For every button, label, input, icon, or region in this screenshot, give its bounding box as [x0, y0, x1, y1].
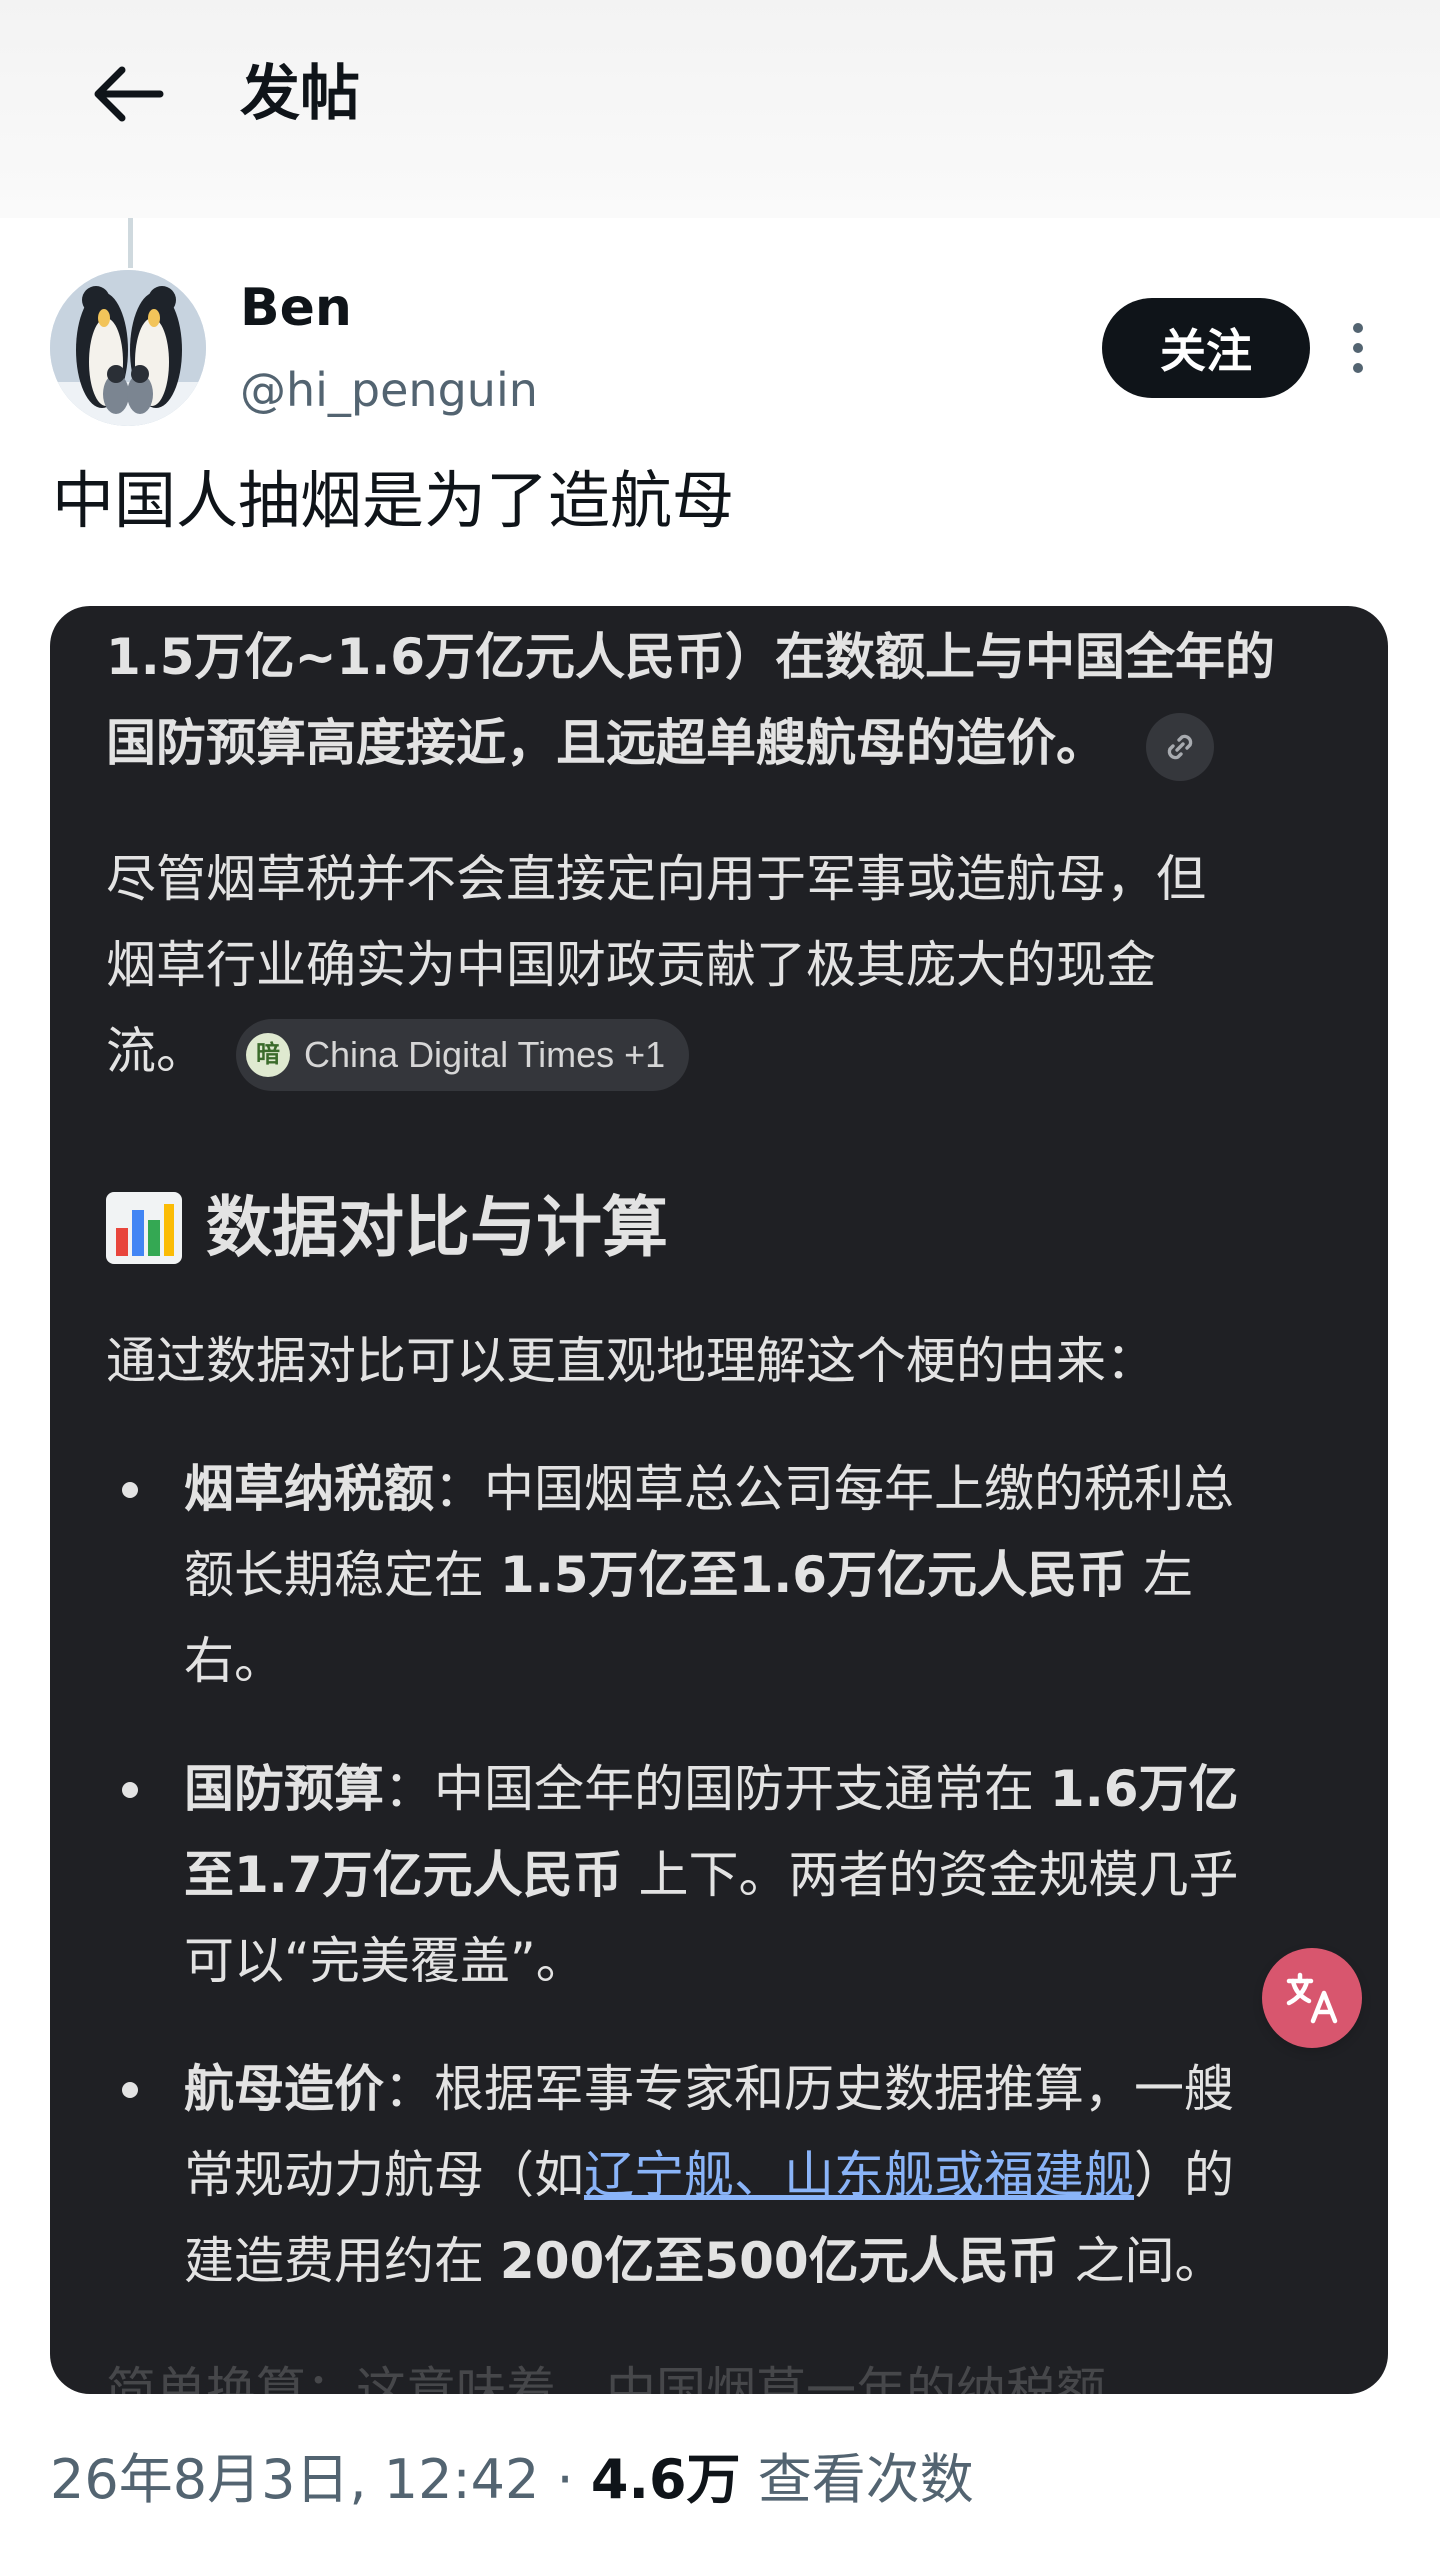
arrow-left-icon [94, 66, 164, 122]
bar-chart-icon [106, 1192, 182, 1264]
top-bar: 发帖 [0, 0, 1440, 218]
author-handle[interactable]: @hi_penguin [240, 360, 538, 420]
author-name[interactable]: Ben [240, 276, 352, 340]
back-button[interactable] [88, 58, 168, 130]
bullet-text: 右。 [184, 1632, 284, 1690]
more-options-button[interactable] [1330, 310, 1386, 386]
bullet-text: 建造费用约在 [184, 2232, 500, 2290]
bullet-emphasis: 至1.7万亿元人民币 [184, 1846, 623, 1904]
page-title: 发帖 [240, 59, 360, 129]
thread-line [128, 218, 133, 268]
list-item: 航母造价：根据军事专家和历史数据推算，一艘 常规动力航母（如辽宁舰、山东舰或福建… [106, 2046, 1346, 2304]
bullet-text: 中国全年的国防开支通常在 [434, 1760, 1050, 1818]
penguin-avatar-image [50, 270, 206, 426]
card-paragraph-2: 尽管烟草税并不会直接定向用于军事或造航母，但 烟草行业确实为中国财政贡献了极其庞… [106, 836, 1206, 1094]
bullet-emphasis: 1.6万亿 [1049, 1760, 1239, 1818]
section-heading: 数据对比与计算 [106, 1178, 668, 1278]
list-item: 烟草纳税额：中国烟草总公司每年上缴的税利总 额长期稳定在 1.5万亿至1.6万亿… [106, 1446, 1346, 1704]
list-item: 国防预算：中国全年的国防开支通常在 1.6万亿 至1.7万亿元人民币 上下。两者… [106, 1746, 1346, 2004]
bullet-text: 上下。两者的资金规模几乎 [622, 1846, 1239, 1904]
link-chip[interactable] [1146, 712, 1214, 781]
bullet-text: 可以“完美覆盖”。 [184, 1932, 586, 1990]
bullet-list: 烟草纳税额：中国烟草总公司每年上缴的税利总 额长期稳定在 1.5万亿至1.6万亿… [106, 1446, 1346, 2346]
section-heading-text: 数据对比与计算 [206, 1189, 668, 1266]
bullet-text: 常规动力航母（如 [184, 2146, 584, 2204]
meta-separator: · [556, 2448, 574, 2511]
bullet-term: 烟草纳税额 [184, 1460, 434, 1518]
post-text: 中国人抽烟是为了造航母 [52, 464, 735, 537]
link-icon [1167, 734, 1193, 759]
bullet-sep: ： [434, 1460, 484, 1518]
bullet-emphasis: 200亿至500亿元人民币 [499, 2232, 1059, 2290]
avatar[interactable] [50, 270, 206, 426]
views-label: 查看次数 [757, 2448, 974, 2511]
translate-icon [1286, 1972, 1338, 2024]
source-chip-label: China Digital Times +1 [304, 1033, 666, 1075]
source-chip[interactable]: 暗 China Digital Times +1 [236, 1018, 690, 1091]
bullet-emphasis: 1.5万亿至1.6万亿元人民币 [499, 1546, 1128, 1604]
bullet-icon [122, 2082, 138, 2098]
bullet-term: 国防预算 [184, 1760, 384, 1818]
translate-button[interactable] [1262, 1948, 1362, 2048]
follow-button[interactable]: 关注 [1102, 298, 1310, 398]
more-dot-icon [1353, 363, 1363, 373]
bullet-icon [122, 1782, 138, 1798]
carrier-names-link[interactable]: 辽宁舰、山东舰或福建舰 [584, 2146, 1134, 2204]
more-dot-icon [1353, 323, 1363, 333]
post-meta: 26年8月3日, 12:42 · 4.6万 查看次数 [50, 2440, 974, 2520]
faded-cutoff-text: 简单换算：这意味着，中国烟草一年的纳税额 [106, 2362, 1106, 2394]
bullet-text: ）的 [1134, 2146, 1234, 2204]
bullet-term: 航母造价 [184, 2060, 384, 2118]
card-line: 国防预算高度接近，且远超单艘航母的造价。 [106, 714, 1106, 772]
bullet-sep: ： [384, 1760, 434, 1818]
views-count: 4.6万 [590, 2448, 741, 2511]
card-line: 尽管烟草税并不会直接定向用于军事或造航母，但 [106, 850, 1206, 908]
bullet-text: 左 [1127, 1546, 1193, 1604]
bullet-text: 之间。 [1058, 2232, 1225, 2290]
source-badge-icon: 暗 [246, 1032, 290, 1077]
bullet-text: 中国烟草总公司每年上缴的税利总 [484, 1460, 1234, 1518]
card-line: 烟草行业确实为中国财政贡献了极其庞大的现金 [106, 936, 1156, 994]
intro-text: 通过数据对比可以更直观地理解这个梗的由来： [106, 1332, 1156, 1390]
bullet-text: 根据军事专家和历史数据推算，一艘 [434, 2060, 1234, 2118]
card-paragraph-1: 1.5万亿~1.6万亿元人民币）在数额上与中国全年的 国防预算高度接近，且远超单… [106, 614, 1275, 786]
bullet-text: 额长期稳定在 [184, 1546, 500, 1604]
post-image-card[interactable]: 1.5万亿~1.6万亿元人民币）在数额上与中国全年的 国防预算高度接近，且远超单… [50, 606, 1388, 2394]
post-timestamp[interactable]: 26年8月3日, 12:42 [50, 2448, 539, 2511]
bullet-icon [122, 1482, 138, 1498]
card-line: 流。 [106, 1022, 206, 1080]
more-dot-icon [1353, 343, 1363, 353]
card-line: 1.5万亿~1.6万亿元人民币）在数额上与中国全年的 [106, 628, 1276, 686]
bullet-sep: ： [384, 2060, 434, 2118]
